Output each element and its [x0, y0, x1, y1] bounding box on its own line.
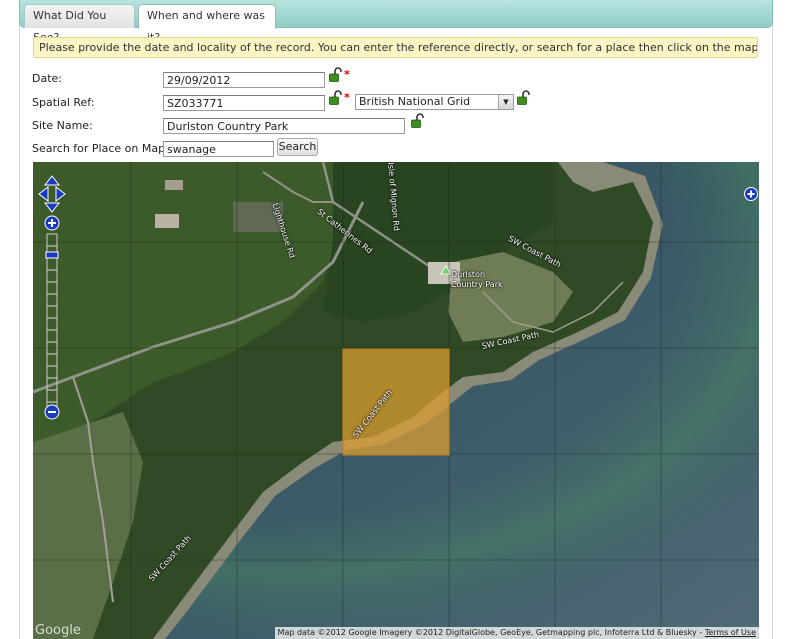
- pan-up-icon: [43, 175, 61, 186]
- terms-of-use-link[interactable]: Terms of Use: [705, 628, 756, 637]
- lock-icon[interactable]: [329, 90, 342, 105]
- map-view[interactable]: Lighthouse Rd St Catherines Rd Isle of M…: [33, 162, 759, 639]
- tab-bar: What Did You See? When and where was it?: [19, 0, 773, 44]
- required-marker: *: [344, 91, 350, 104]
- date-field[interactable]: [163, 72, 325, 88]
- tab-what-did-you-see[interactable]: What Did You See?: [24, 4, 135, 44]
- lock-icon[interactable]: [411, 113, 424, 128]
- satellite-imagery: [33, 162, 759, 639]
- layer-switcher-icon[interactable]: [744, 187, 758, 201]
- selected-grid-square: [342, 348, 450, 456]
- info-notice: Please provide the date and locality of …: [33, 37, 758, 58]
- site-name-label: Site Name:: [32, 119, 93, 132]
- attribution-text: Map data ©2012 Google Imagery ©2012 Digi…: [277, 628, 705, 637]
- tab-when-and-where[interactable]: When and where was it?: [138, 4, 276, 44]
- place-label: Country Park: [451, 280, 503, 289]
- spatial-ref-label: Spatial Ref:: [32, 96, 95, 109]
- date-label: Date:: [32, 72, 62, 85]
- pan-right-icon: [55, 185, 66, 203]
- search-button[interactable]: Search: [277, 138, 318, 156]
- spatial-ref-field[interactable]: [163, 95, 325, 111]
- map-attribution: Map data ©2012 Google Imagery ©2012 Digi…: [274, 627, 759, 639]
- pan-zoom-control[interactable]: [36, 174, 68, 434]
- required-marker: *: [344, 68, 350, 81]
- place-label: Durlston: [451, 270, 486, 279]
- site-name-field[interactable]: [163, 118, 405, 134]
- pan-down-icon: [43, 202, 61, 213]
- lock-icon[interactable]: [517, 90, 530, 105]
- pan-left-icon: [38, 185, 49, 203]
- search-place-input[interactable]: [163, 141, 274, 157]
- chevron-down-icon[interactable]: ▼: [498, 95, 513, 109]
- spatial-system-select[interactable]: British National Grid ▼: [355, 94, 514, 110]
- lock-icon[interactable]: [329, 67, 342, 82]
- google-logo: Google: [35, 623, 81, 638]
- search-place-label: Search for Place on Map:: [32, 142, 169, 155]
- spatial-system-value: British National Grid: [359, 95, 471, 108]
